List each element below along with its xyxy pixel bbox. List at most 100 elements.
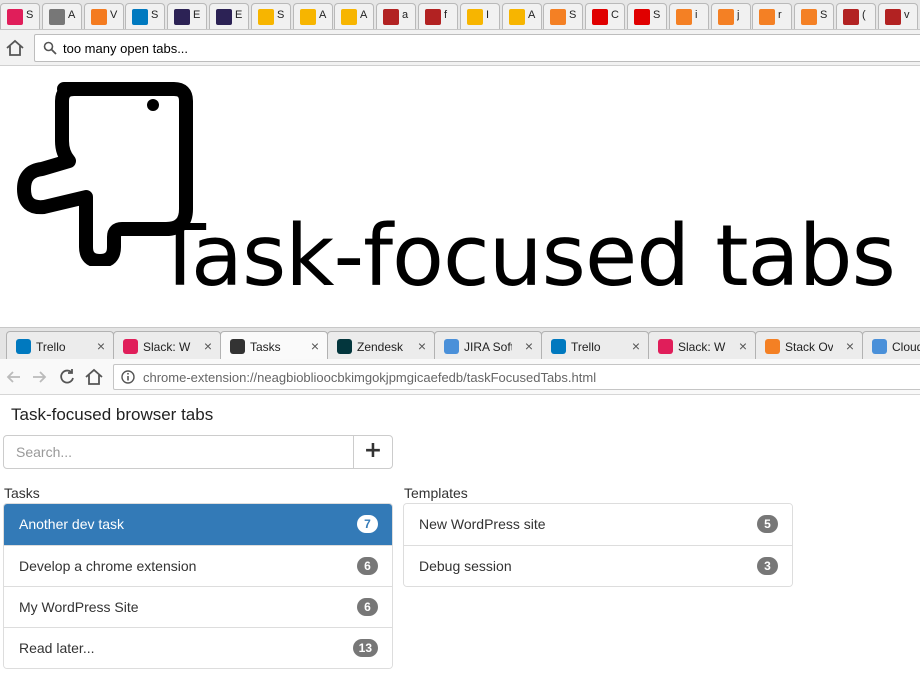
- hero-banner: Task-focused tabs: [0, 67, 920, 325]
- top-tab-label: r: [778, 9, 782, 21]
- tasks-heading: Tasks: [4, 485, 40, 501]
- address-url: chrome-extension://neagbioblioocbkimgokj…: [143, 370, 597, 385]
- oracle-icon: [634, 9, 650, 25]
- browser-tab[interactable]: Slack: Wi ×: [113, 331, 221, 359]
- back-icon[interactable]: [4, 367, 24, 387]
- task-item[interactable]: My WordPress Site 6: [4, 586, 392, 627]
- bars-icon: [383, 9, 399, 25]
- trello-icon: [132, 9, 148, 25]
- close-tab-icon[interactable]: ×: [525, 338, 533, 354]
- close-tab-icon[interactable]: ×: [632, 338, 640, 354]
- top-tab[interactable]: S: [794, 3, 834, 29]
- top-tab[interactable]: A: [42, 3, 82, 29]
- top-omnibox[interactable]: too many open tabs...: [34, 34, 920, 62]
- stackoverflow-icon: [718, 9, 734, 25]
- top-tab[interactable]: S: [543, 3, 583, 29]
- cloud9-icon: [872, 339, 887, 354]
- top-tab[interactable]: I: [460, 3, 500, 29]
- top-tab[interactable]: A: [334, 3, 374, 29]
- top-tab-label: S: [653, 9, 661, 21]
- top-tab-label: S: [820, 9, 828, 21]
- top-tab[interactable]: A: [502, 3, 542, 29]
- apple-icon: [49, 9, 65, 25]
- page-title: Task-focused browser tabs: [11, 405, 214, 424]
- top-tab-label: v: [904, 9, 910, 21]
- browser-tab[interactable]: Stack Ov ×: [755, 331, 863, 359]
- address-bar[interactable]: chrome-extension://neagbioblioocbkimgokj…: [113, 364, 920, 390]
- browser-tab[interactable]: Zendesk ×: [327, 331, 435, 359]
- template-item[interactable]: Debug session 3: [404, 545, 792, 586]
- task-item-name: Read later...: [19, 640, 95, 656]
- top-tab[interactable]: S: [627, 3, 667, 29]
- add-task-button[interactable]: +: [353, 435, 393, 469]
- eclipse-icon: [216, 9, 232, 25]
- template-item[interactable]: New WordPress site 5: [404, 504, 792, 545]
- close-tab-icon[interactable]: ×: [204, 338, 212, 354]
- top-tab[interactable]: a: [376, 3, 416, 29]
- home-icon[interactable]: [84, 367, 104, 387]
- browser-tab[interactable]: Cloud×: [862, 331, 920, 359]
- top-tab-label: a: [402, 9, 409, 21]
- browser-tab[interactable]: Trello ×: [6, 331, 114, 359]
- zendesk-icon: [337, 339, 352, 354]
- top-tab[interactable]: j: [711, 3, 751, 29]
- info-icon[interactable]: [121, 370, 135, 384]
- top-tab[interactable]: E: [167, 3, 207, 29]
- search-group: +: [3, 435, 393, 469]
- top-tab-label: A: [68, 9, 76, 21]
- top-tab[interactable]: v: [878, 3, 918, 29]
- top-tab[interactable]: V: [84, 3, 124, 29]
- search-input[interactable]: [3, 435, 354, 469]
- forward-icon[interactable]: [29, 367, 49, 387]
- top-tab[interactable]: C: [585, 3, 625, 29]
- top-tab[interactable]: E: [209, 3, 249, 29]
- browser-tab-label: Slack: Wi: [143, 340, 191, 354]
- browser-tab-label: Cloud: [892, 340, 920, 354]
- top-tab[interactable]: f: [418, 3, 458, 29]
- home-icon[interactable]: [4, 37, 26, 59]
- close-tab-icon[interactable]: ×: [97, 338, 105, 354]
- top-tab[interactable]: (: [836, 3, 876, 29]
- task-item[interactable]: Read later... 13: [4, 627, 392, 668]
- top-tab-label: C: [611, 9, 619, 21]
- bars-icon: [885, 9, 901, 25]
- top-tab[interactable]: A: [293, 3, 333, 29]
- close-tab-icon[interactable]: ×: [311, 338, 319, 354]
- task-item[interactable]: Another dev task 7: [4, 504, 392, 545]
- task-item[interactable]: Develop a chrome extension 6: [4, 545, 392, 586]
- browser-tab[interactable]: Slack: Wi ×: [648, 331, 756, 359]
- bars-icon: [425, 9, 441, 25]
- close-tab-icon[interactable]: ×: [418, 338, 426, 354]
- tab-count-badge: 6: [357, 557, 378, 575]
- top-tab[interactable]: i: [669, 3, 709, 29]
- task-item-name: Another dev task: [19, 516, 125, 532]
- browser-tab[interactable]: Tasks ×: [220, 331, 328, 359]
- aws-icon: [258, 9, 274, 25]
- top-tab-label: A: [319, 9, 327, 21]
- browser-tab-label: Stack Ov: [785, 340, 833, 354]
- browser-toolbar: chrome-extension://neagbioblioocbkimgokj…: [0, 359, 920, 395]
- hero-title: Task-focused tabs: [154, 207, 896, 306]
- top-omnibox-text: too many open tabs...: [63, 41, 189, 56]
- tab-count-badge: 7: [357, 515, 378, 533]
- browser-tab-label: Trello: [571, 340, 601, 354]
- top-tab-label: S: [151, 9, 159, 21]
- oracle-icon: [592, 9, 608, 25]
- templates-list: New WordPress site 5 Debug session 3: [403, 503, 793, 587]
- browser-tab-label: Trello: [36, 340, 66, 354]
- close-tab-icon[interactable]: ×: [846, 338, 854, 354]
- slack-icon: [123, 339, 138, 354]
- top-tab[interactable]: r: [752, 3, 792, 29]
- top-tab-label: I: [486, 9, 490, 21]
- gear-icon: [91, 9, 107, 25]
- task-item-name: Develop a chrome extension: [19, 558, 197, 574]
- close-tab-icon[interactable]: ×: [739, 338, 747, 354]
- browser-tab[interactable]: JIRA Soft ×: [434, 331, 542, 359]
- top-tab[interactable]: S: [125, 3, 165, 29]
- top-tab[interactable]: S: [0, 3, 40, 29]
- top-tab[interactable]: S: [251, 3, 291, 29]
- top-toolbar: too many open tabs...: [0, 30, 920, 66]
- jira-icon: [444, 339, 459, 354]
- reload-icon[interactable]: [57, 367, 77, 387]
- browser-tab[interactable]: Trello ×: [541, 331, 649, 359]
